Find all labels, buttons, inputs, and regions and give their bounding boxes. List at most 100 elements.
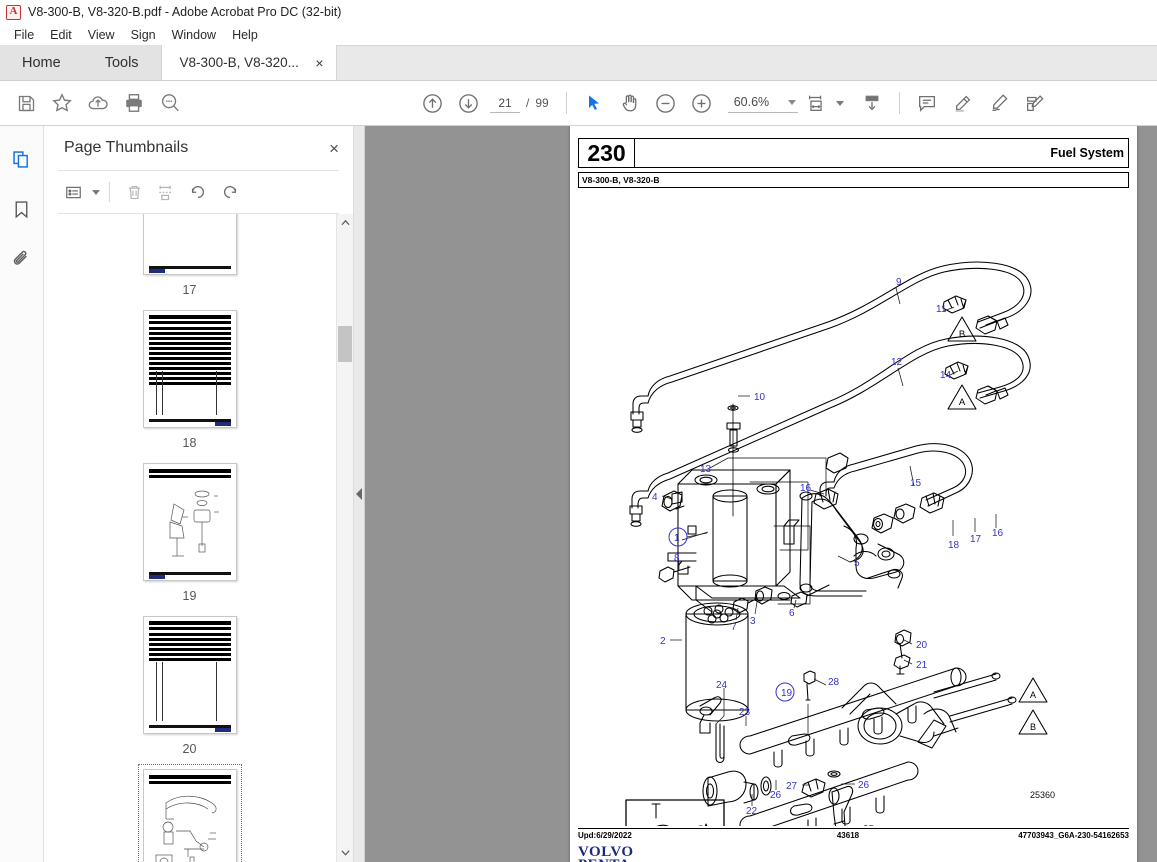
zoom-out-icon[interactable] (648, 85, 684, 121)
svg-text:15: 15 (910, 478, 922, 489)
panel-title: Page Thumbnails (64, 139, 189, 156)
hand-tool-icon[interactable] (612, 85, 648, 121)
list-item[interactable]: 20 (138, 611, 242, 756)
thumbnail-options-chevron-icon[interactable] (92, 189, 100, 195)
page-thumbnails-icon[interactable] (7, 144, 37, 174)
page-number-input[interactable] (490, 93, 520, 113)
thumbnail-page[interactable] (142, 463, 237, 581)
thumbnail-label: 20 (182, 742, 197, 756)
list-item[interactable]: 17 (138, 214, 242, 297)
close-icon[interactable]: × (329, 140, 339, 157)
footer-center-code: 43618 (836, 831, 860, 840)
acrobat-window: V8-300-B, V8-320-B.pdf - Adobe Acrobat P… (0, 0, 1157, 862)
zoom-level-value: 60.6% (733, 95, 770, 109)
fit-page-icon[interactable] (798, 85, 834, 121)
section-number: 230 (579, 139, 635, 167)
menu-file[interactable]: File (6, 26, 42, 44)
svg-text:3: 3 (750, 616, 756, 627)
footer-updated: Upd:6/29/2022 (578, 831, 632, 840)
star-icon[interactable] (44, 85, 80, 121)
brand-row: VOLVO PENTA V8-300-B, V8-320-B (578, 845, 1129, 862)
tab-document[interactable]: V8-300-B, V8-320... × (160, 45, 337, 80)
collapse-panel-button[interactable] (354, 126, 365, 862)
highlight-icon[interactable] (945, 85, 981, 121)
thumbnail-label: 17 (182, 283, 197, 297)
list-item[interactable]: 19 (138, 458, 242, 603)
svg-text:13: 13 (700, 464, 712, 475)
close-icon[interactable]: × (315, 56, 323, 70)
thumbnail-page[interactable] (142, 616, 237, 734)
svg-text:28: 28 (828, 677, 840, 688)
fit-page-chevron-icon[interactable] (835, 100, 844, 106)
panel-header: Page Thumbnails × (44, 126, 353, 170)
document-view[interactable]: 230 Fuel System V8-300-B, V8-320-B B A A… (354, 126, 1157, 862)
chevron-left-icon (356, 488, 362, 500)
svg-text:12: 12 (891, 357, 903, 368)
section-title: Fuel System (1050, 146, 1124, 160)
attachments-icon[interactable] (7, 244, 37, 274)
add-comment-icon[interactable] (909, 85, 945, 121)
bookmarks-icon[interactable] (7, 194, 37, 224)
navigation-rail (0, 126, 44, 862)
drawing-number: 25360 (1030, 790, 1055, 800)
fill-and-sign-icon[interactable] (1017, 85, 1053, 121)
thumbnail-page[interactable] (142, 214, 237, 275)
list-item[interactable]: 18 (138, 305, 242, 450)
main-toolbar: / 99 (0, 81, 1157, 126)
tab-tools[interactable]: Tools (82, 45, 161, 80)
rotate-clockwise-icon[interactable] (215, 178, 245, 206)
rotate-counterclockwise-icon[interactable] (183, 178, 213, 206)
scrollbar-thumb[interactable] (338, 326, 352, 362)
svg-text:16: 16 (800, 483, 812, 494)
page-total: 99 (535, 96, 549, 110)
thumbnail-page-current[interactable] (142, 769, 237, 862)
draw-freehand-icon[interactable] (981, 85, 1017, 121)
menu-window[interactable]: Window (164, 26, 224, 44)
thumbnail-scrollbar[interactable] (336, 214, 353, 862)
thumbnail-list[interactable]: 17 18 19 20 (44, 214, 353, 862)
svg-text:21: 21 (916, 660, 928, 671)
window-title: V8-300-B, V8-320-B.pdf - Adobe Acrobat P… (28, 5, 342, 19)
upload-cloud-icon[interactable] (80, 85, 116, 121)
menu-sign[interactable]: Sign (123, 26, 164, 44)
toolbar-divider-2 (898, 92, 900, 114)
menu-view[interactable]: View (80, 26, 123, 44)
svg-text:10: 10 (754, 392, 766, 403)
thumbnail-label: 18 (182, 436, 197, 450)
svg-text:11: 11 (936, 304, 947, 315)
page-scrolling-icon[interactable] (854, 85, 890, 121)
svg-text:16: 16 (992, 528, 1004, 539)
page-navigation: / 99 (490, 93, 549, 113)
next-page-icon[interactable] (450, 85, 486, 121)
tab-home[interactable]: Home (0, 45, 83, 80)
svg-text:6: 6 (789, 608, 795, 619)
thumbnail-options-icon[interactable] (58, 178, 88, 206)
find-icon[interactable] (152, 85, 188, 121)
extract-pages-icon[interactable] (151, 178, 181, 206)
chevron-down-icon[interactable] (787, 99, 796, 105)
svg-text:17: 17 (970, 534, 982, 545)
workspace: Page Thumbnails × 17 18 19 20 230 Fuel S… (0, 126, 1157, 862)
svg-text:26: 26 (770, 790, 782, 801)
list-item[interactable]: 21 (137, 764, 242, 862)
svg-text:25: 25 (863, 824, 875, 826)
tab-document-label: V8-300-B, V8-320... (179, 55, 299, 70)
svg-text:27: 27 (786, 781, 798, 792)
thumbnail-label: 19 (182, 589, 197, 603)
select-tool-icon[interactable] (576, 85, 612, 121)
menu-bar: File Edit View Sign Window Help (0, 24, 1157, 46)
delete-pages-icon[interactable] (119, 178, 149, 206)
menu-help[interactable]: Help (224, 26, 266, 44)
zoom-level-control[interactable]: 60.6% (727, 93, 798, 113)
scroll-up-arrow-icon[interactable] (337, 214, 353, 230)
thumbnail-page[interactable] (142, 310, 237, 428)
print-icon[interactable] (116, 85, 152, 121)
svg-text:B: B (959, 329, 965, 340)
previous-page-icon[interactable] (414, 85, 450, 121)
scroll-down-arrow-icon[interactable] (337, 844, 353, 860)
zoom-in-icon[interactable] (684, 85, 720, 121)
svg-text:7: 7 (731, 622, 737, 633)
save-icon[interactable] (8, 85, 44, 121)
menu-edit[interactable]: Edit (42, 26, 80, 44)
panel-toolbar-divider (109, 182, 110, 202)
